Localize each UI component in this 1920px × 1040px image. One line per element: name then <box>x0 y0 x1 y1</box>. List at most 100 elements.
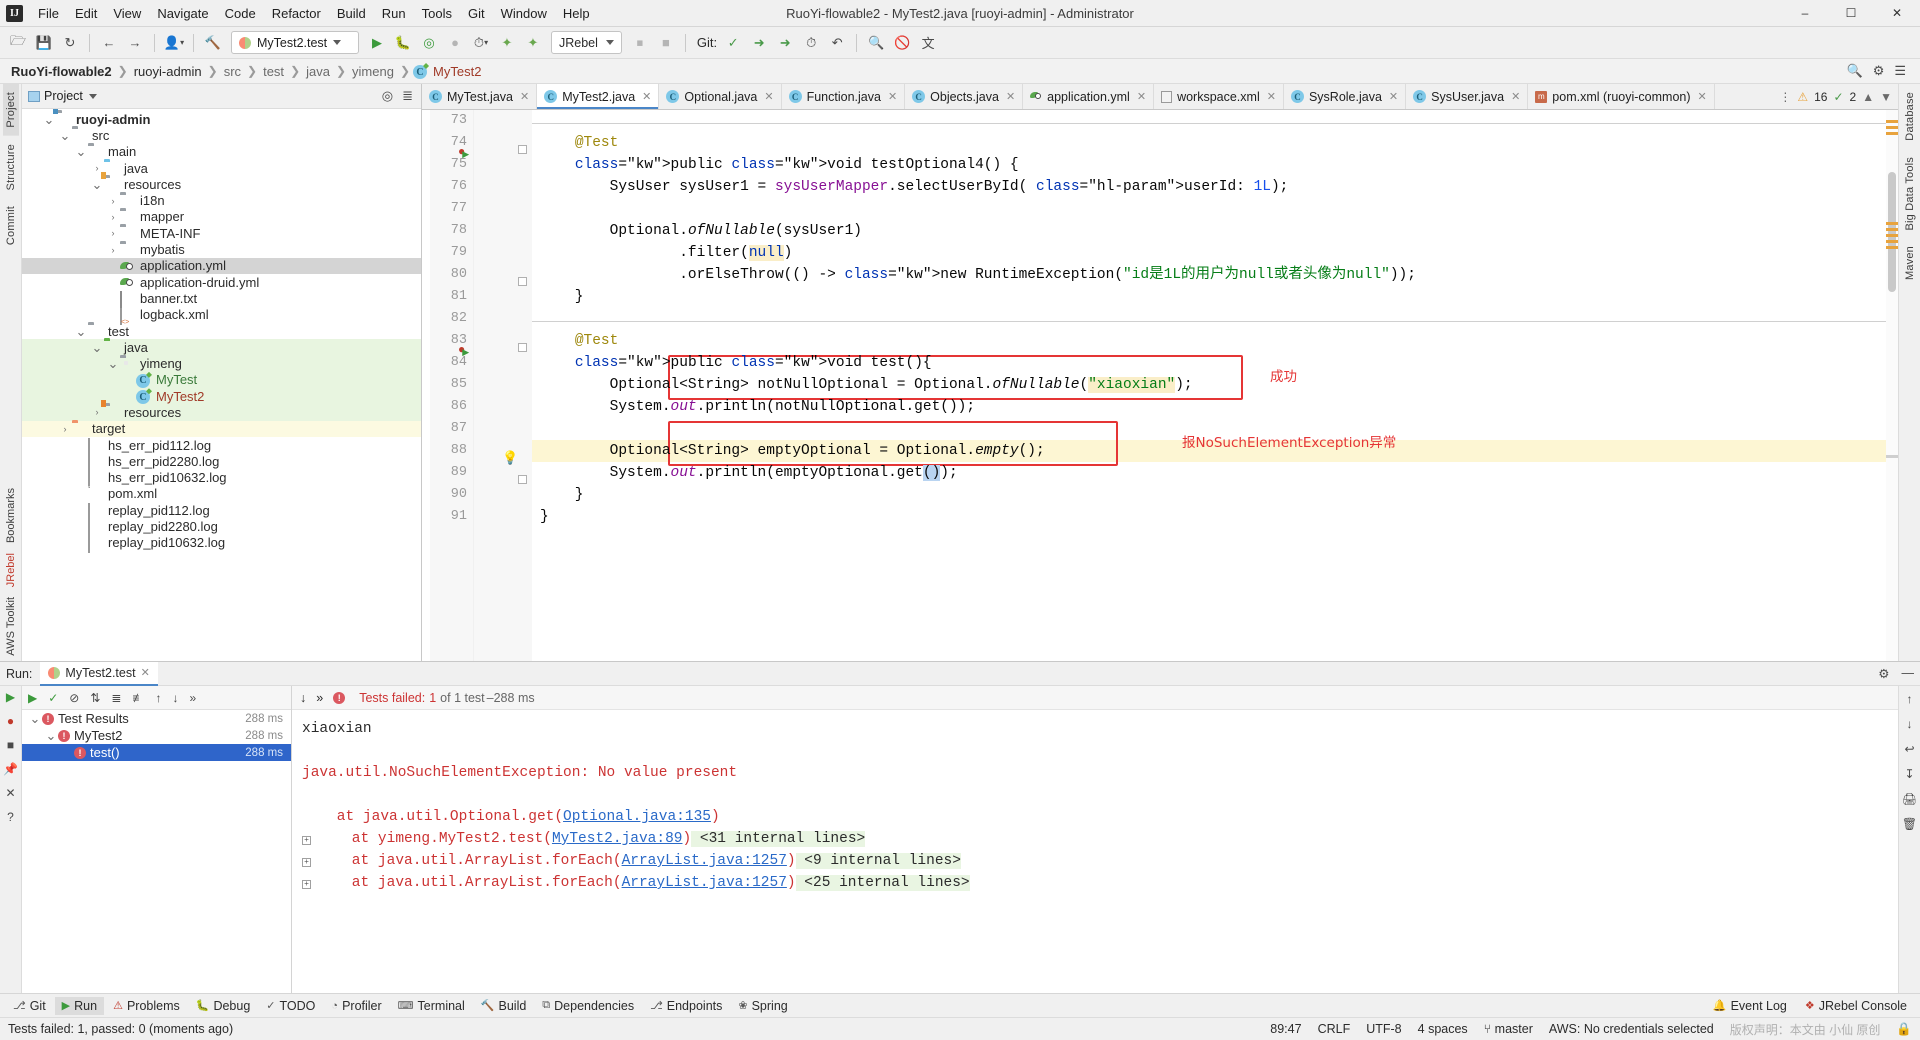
code-line[interactable] <box>532 308 1898 330</box>
code-line[interactable]: } <box>532 506 1898 528</box>
close-tab-icon[interactable]: ✕ <box>1389 90 1398 103</box>
chevron-down-icon[interactable]: ⌄ <box>74 145 88 158</box>
open-folder-icon[interactable]: 🗁 <box>6 31 30 55</box>
sidebar-tab-structure[interactable]: Structure <box>3 136 19 198</box>
menu-git[interactable]: Git <box>460 2 493 25</box>
more-icon[interactable]: » <box>316 691 323 705</box>
code-line[interactable]: .orElseThrow(() -> class="kw">new Runtim… <box>532 264 1898 286</box>
menu-build[interactable]: Build <box>329 2 374 25</box>
code-line[interactable] <box>532 198 1898 220</box>
code-line[interactable]: class="kw">public class="kw">void test()… <box>532 352 1898 374</box>
expand-all-icon[interactable]: ≣ <box>111 691 121 705</box>
more-options-icon[interactable]: » <box>189 691 196 705</box>
scroll-to-end-icon[interactable]: ↧ <box>1904 767 1914 781</box>
rerun-tests-icon[interactable]: ▶ <box>28 691 37 705</box>
file-encoding[interactable]: UTF-8 <box>1366 1022 1401 1036</box>
more-tabs-icon[interactable]: ⋮ <box>1779 90 1791 104</box>
translate-icon[interactable]: 文 <box>916 31 940 55</box>
bottom-bar-event-log[interactable]: 🔔 Event Log <box>1706 997 1794 1015</box>
rerun-failed-icon[interactable]: ● <box>7 714 14 728</box>
project-tree-item[interactable]: › mybatis <box>22 241 421 257</box>
editor-tab[interactable]: C Function.java ✕ <box>782 84 906 109</box>
collapse-all-icon[interactable]: ≣ <box>402 88 413 104</box>
debug-icon[interactable]: 🐛 <box>391 31 415 55</box>
aws-toolkit-icon[interactable]: AWS Toolkit <box>5 592 17 661</box>
editor-tab[interactable]: C Objects.java ✕ <box>905 84 1024 109</box>
bottom-bar-item-todo[interactable]: ✓ TODO <box>259 997 322 1015</box>
project-tree-item[interactable]: hs_err_pid10632.log <box>22 470 421 488</box>
project-tree-item[interactable]: C MyTest2 <box>22 388 421 405</box>
close-tab-icon[interactable]: ✕ <box>520 90 529 103</box>
prev-failed-icon[interactable]: ↑ <box>155 691 161 705</box>
project-tree-item[interactable]: › java <box>22 160 421 176</box>
expand-stacktrace-icon[interactable]: + <box>302 880 311 889</box>
close-tab-icon[interactable]: ✕ <box>1511 90 1520 103</box>
show-ignored-icon[interactable]: ⊘ <box>69 691 79 705</box>
chevron-down-icon[interactable]: ▼ <box>1880 90 1892 104</box>
bottom-bar-item-problems[interactable]: ⚠ Problems <box>106 997 187 1015</box>
bottom-bar-item-dependencies[interactable]: ⧉ Dependencies <box>535 997 641 1015</box>
jrebel-run-icon[interactable]: ✦ <box>495 31 519 55</box>
project-tree-item[interactable]: application-druid.yml <box>22 274 421 290</box>
sidebar-tab-bigdata[interactable]: Big Data Tools <box>1902 149 1918 239</box>
attach-process-icon[interactable]: ⏹ <box>628 31 652 55</box>
fold-marker-icon[interactable] <box>518 343 527 352</box>
close-icon[interactable]: ✕ <box>1874 0 1920 27</box>
code-line[interactable]: System.out.println(emptyOptional.get()); <box>532 462 1898 484</box>
bottom-bar-item-spring[interactable]: ❀ Spring <box>731 997 794 1015</box>
fold-marker-icon[interactable] <box>518 475 527 484</box>
editor-tab[interactable]: C MyTest.java ✕ <box>422 84 538 109</box>
stacktrace-link[interactable]: ArrayList.java:1257 <box>622 853 787 869</box>
bottom-bar-item-git[interactable]: ⎇ Git <box>6 997 53 1015</box>
chevron-down-icon[interactable]: ⌄ <box>58 129 72 142</box>
jrebel-debug-icon[interactable]: ✦ <box>521 31 545 55</box>
menu-window[interactable]: Window <box>493 2 555 25</box>
code-line[interactable]: .filter(null) <box>532 242 1898 264</box>
project-tree-item[interactable]: ⌄ java <box>22 339 421 356</box>
breadcrumb-item-class[interactable]: MyTest2 <box>430 63 484 80</box>
chevron-down-icon[interactable] <box>88 93 97 99</box>
editor-tab[interactable]: C SysRole.java ✕ <box>1284 84 1407 109</box>
breadcrumb-item-src[interactable]: src <box>221 63 244 80</box>
project-tree-item[interactable]: hs_err_pid2280.log <box>22 453 421 472</box>
chevron-down-icon[interactable]: ⌄ <box>74 325 88 338</box>
fold-marker-icon[interactable] <box>518 145 527 154</box>
search-everywhere-icon[interactable]: 🔍 <box>864 31 888 55</box>
forward-arrow-icon[interactable]: → <box>123 31 147 55</box>
indent-setting[interactable]: 4 spaces <box>1418 1022 1468 1036</box>
project-file-tree[interactable]: ⌄ ruoyi-admin ⌄ src ⌄ main › java ⌄ resources › i18… <box>22 109 421 661</box>
close-tab-icon[interactable]: ✕ <box>1267 90 1276 103</box>
close-icon[interactable]: ✕ <box>141 666 150 679</box>
stacktrace-link[interactable]: ArrayList.java:1257 <box>622 875 787 891</box>
run-coverage-icon[interactable]: ◎ <box>417 31 441 55</box>
search-icon[interactable]: 🔍 <box>1847 63 1863 79</box>
project-tree-item[interactable]: ⌄ ruoyi-admin <box>22 109 421 127</box>
git-history-icon[interactable]: ⏱ <box>799 31 823 55</box>
project-tree-item[interactable]: banner.txt <box>22 290 421 309</box>
project-tree-item[interactable]: logback.xml <box>22 307 421 325</box>
close-tab-icon[interactable]: ✕ <box>5 786 15 800</box>
chevron-up-icon[interactable]: ▲ <box>1862 90 1874 104</box>
menu-file[interactable]: File <box>30 2 67 25</box>
down-icon[interactable]: ↓ <box>1907 717 1913 731</box>
editor-tab[interactable]: application.yml ✕ <box>1023 84 1155 109</box>
git-commit-icon[interactable]: ➜ <box>747 31 771 55</box>
chevron-right-icon[interactable]: › <box>90 407 104 417</box>
build-hammer-icon[interactable]: 🔨 <box>201 31 225 55</box>
run-icon[interactable]: ▶ <box>365 31 389 55</box>
stop-icon[interactable]: ■ <box>654 31 678 55</box>
save-icon[interactable]: 💾 <box>32 31 56 55</box>
close-tab-icon[interactable]: ✕ <box>1698 90 1707 103</box>
run-configuration-selector[interactable]: MyTest2.test <box>231 31 359 54</box>
code-line[interactable]: SysUser sysUser1 = sysUserMapper.selectU… <box>532 176 1898 198</box>
hide-icon[interactable]: — <box>1902 666 1915 681</box>
code-line[interactable] <box>532 418 1898 440</box>
menu-edit[interactable]: Edit <box>67 2 105 25</box>
code-line[interactable] <box>532 110 1898 132</box>
code-line[interactable]: } <box>532 286 1898 308</box>
profile-run-icon[interactable]: ● <box>443 31 467 55</box>
project-tree-item[interactable]: › i18n <box>22 192 421 208</box>
bottom-bar-jrebel-console[interactable]: ❖ JRebel Console <box>1798 997 1914 1015</box>
editor-tab[interactable]: workspace.xml ✕ <box>1154 84 1284 109</box>
stacktrace-link[interactable]: MyTest2.java:89 <box>552 831 683 847</box>
